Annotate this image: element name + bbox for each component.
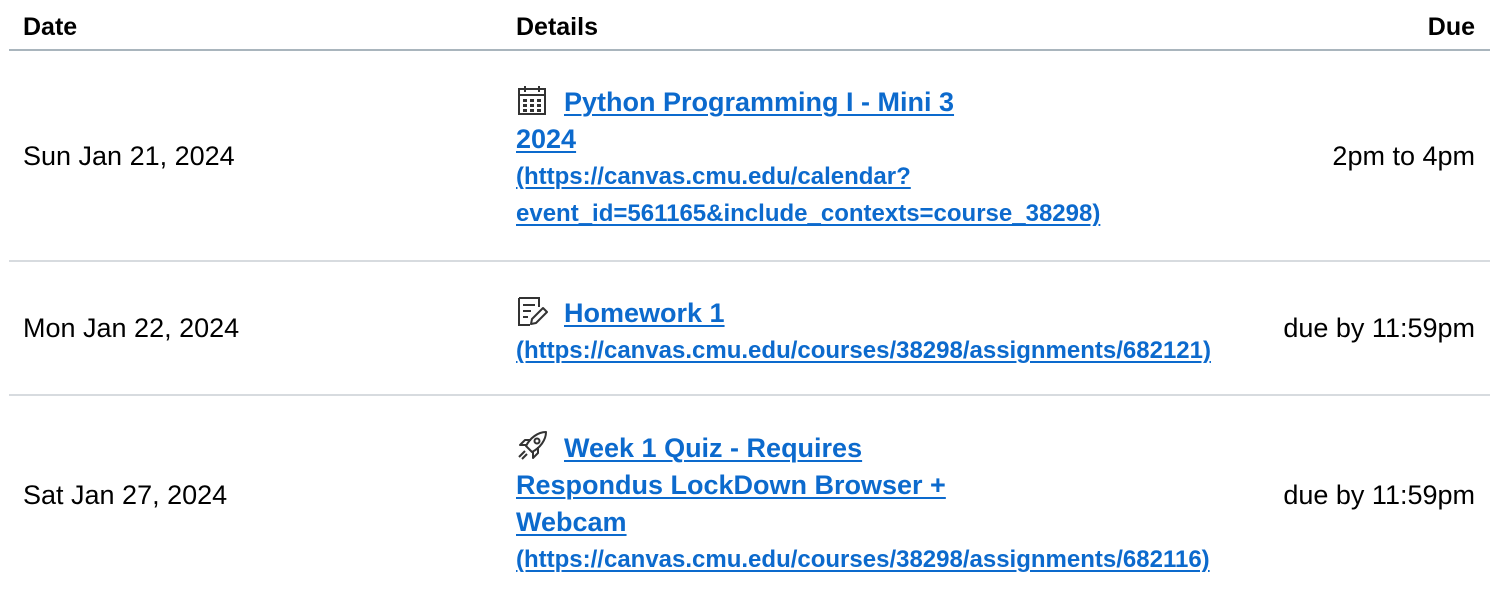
event-url-line-1: (https://canvas.cmu.edu/calendar? xyxy=(516,163,911,190)
table-row: Sun Jan 21, 2024 Python Programming I - … xyxy=(9,51,1490,262)
syllabus-table: Date Details Due Sun Jan 21, 2024 Python… xyxy=(9,0,1490,594)
row-details: Week 1 Quiz - Requires Respondus LockDow… xyxy=(516,430,1276,578)
event-url-link[interactable]: (https://canvas.cmu.edu/calendar? event_… xyxy=(516,158,1156,232)
table-header-row: Date Details Due xyxy=(9,0,1490,51)
details-column-header: Details xyxy=(516,13,598,41)
row-due: due by 11:59pm xyxy=(1283,480,1475,510)
quiz-rocket-icon xyxy=(516,430,548,462)
table-row: Sat Jan 27, 2024 Week 1 Quiz - Requires … xyxy=(9,396,1490,594)
row-due: due by 11:59pm xyxy=(1283,313,1475,343)
assignment-icon xyxy=(516,295,548,327)
date-column-header: Date xyxy=(23,13,78,41)
event-title-link[interactable]: Python Programming I - Mini 3 2024 xyxy=(516,87,954,154)
row-date: Mon Jan 22, 2024 xyxy=(23,313,240,343)
row-details: Homework 1 (https://canvas.cmu.edu/cours… xyxy=(516,295,1276,369)
assignment-url-link[interactable]: (https://canvas.cmu.edu/courses/38298/as… xyxy=(516,332,1276,369)
event-url-line-2: event_id=561165&include_contexts=course_… xyxy=(516,200,1101,227)
quiz-url-link[interactable]: (https://canvas.cmu.edu/courses/38298/as… xyxy=(516,541,1276,578)
calendar-icon xyxy=(516,84,548,116)
row-date: Sun Jan 21, 2024 xyxy=(23,140,235,171)
table-row: Mon Jan 22, 2024 Homework 1 (https://can… xyxy=(9,262,1490,396)
due-column-header: Due xyxy=(1427,13,1475,41)
row-due: 2pm to 4pm xyxy=(1332,140,1475,171)
row-date: Sat Jan 27, 2024 xyxy=(23,480,228,510)
assignment-title-link[interactable]: Homework 1 xyxy=(564,298,725,328)
row-details: Python Programming I - Mini 3 2024 (http… xyxy=(516,84,1276,232)
quiz-title-link[interactable]: Week 1 Quiz - Requires Respondus LockDow… xyxy=(516,433,946,537)
